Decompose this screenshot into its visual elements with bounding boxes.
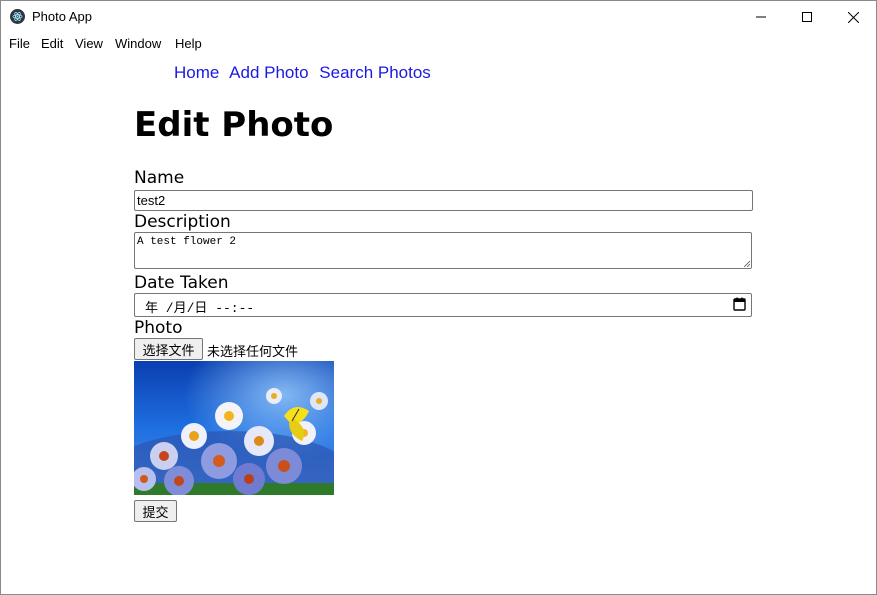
nav-home-link[interactable]: Home (174, 63, 219, 82)
resize-grip-icon[interactable] (743, 260, 750, 267)
menu-window[interactable]: Window (115, 36, 161, 51)
title-bar[interactable]: Photo App (1, 1, 876, 33)
choose-file-button[interactable]: 选择文件 (134, 338, 203, 360)
menu-file[interactable]: File (9, 36, 30, 51)
maximize-icon (802, 12, 812, 22)
nav-add-photo-link[interactable]: Add Photo (229, 63, 308, 82)
description-textarea[interactable]: A test flower 2 (134, 232, 752, 269)
photo-label: Photo (134, 318, 183, 338)
electron-app-icon (10, 9, 25, 24)
window-title: Photo App (32, 9, 92, 24)
nav-search-photos-link[interactable]: Search Photos (319, 63, 431, 82)
name-input[interactable]: test2 (134, 190, 753, 211)
calendar-icon[interactable] (733, 297, 746, 311)
name-label: Name (134, 168, 185, 188)
date-taken-label: Date Taken (134, 273, 229, 293)
minimize-icon (756, 16, 766, 18)
close-button[interactable] (830, 1, 876, 33)
page-title: Edit Photo (134, 105, 334, 145)
maximize-button[interactable] (784, 1, 830, 33)
menu-bar: File Edit View Window Help (1, 33, 876, 55)
menu-edit[interactable]: Edit (41, 36, 63, 51)
app-window: Photo App File Edit View Window Help Hom… (0, 0, 877, 595)
description-text: A test flower 2 (137, 236, 237, 248)
photo-preview (134, 361, 334, 495)
top-nav: Home Add Photo Search Photos (174, 63, 437, 83)
file-status-text: 未选择任何文件 (207, 345, 299, 360)
menu-view[interactable]: View (75, 36, 103, 51)
page-content: Home Add Photo Search Photos Edit Photo … (1, 55, 876, 594)
description-label: Description (134, 212, 231, 232)
flower-photo-image (134, 361, 334, 495)
submit-button[interactable]: 提交 (134, 500, 177, 522)
menu-help[interactable]: Help (175, 36, 202, 51)
close-icon (847, 11, 859, 23)
date-taken-value: 年 /月/日 --:-- (145, 301, 255, 316)
date-taken-input[interactable]: 年 /月/日 --:-- (134, 293, 752, 317)
minimize-button[interactable] (738, 1, 784, 33)
